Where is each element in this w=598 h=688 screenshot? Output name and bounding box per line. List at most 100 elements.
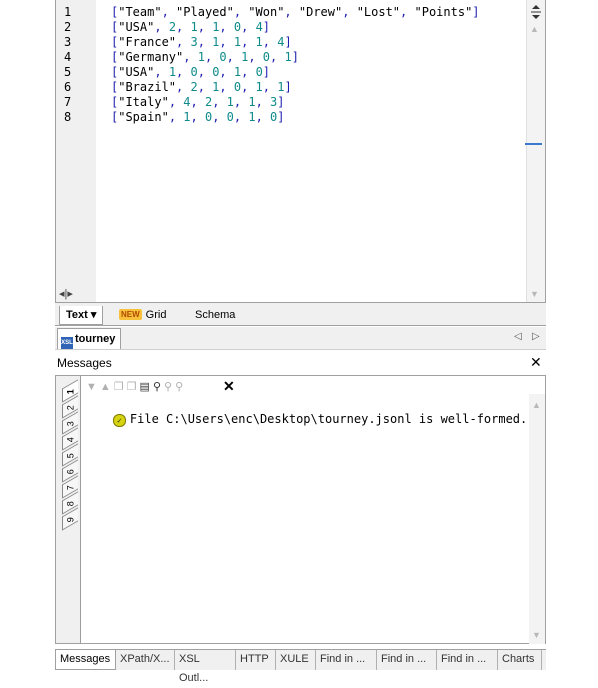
tab-grid-label: Grid [145, 309, 167, 321]
document-tab-label: tourney [75, 333, 116, 345]
comma: , [226, 50, 242, 64]
messages-toolbar: ▼▲❐❐▤⚲⚲⚲ [86, 380, 186, 396]
bottom-tab[interactable]: XULE [276, 650, 316, 670]
code-token: 1 [248, 95, 256, 109]
bottom-tab[interactable]: XPath/X... [116, 650, 175, 670]
comma: , [197, 80, 213, 94]
code-line[interactable]: ["Italy", 4, 2, 1, 1, 3] [111, 95, 284, 109]
bottom-tab[interactable]: Find in ... [437, 650, 498, 670]
message-page-tab-label: 7 [65, 485, 76, 491]
code-line[interactable]: ["USA", 2, 1, 1, 0, 4] [111, 20, 270, 34]
code-line[interactable]: ["France", 3, 1, 1, 1, 4] [111, 35, 292, 49]
code-token: "Spain" [118, 110, 169, 124]
bottom-tab[interactable]: Find in ... [377, 650, 437, 670]
bottom-tab[interactable]: XSL Outl... [175, 650, 236, 684]
line-number: 3 [64, 35, 72, 49]
new-badge: NEW [119, 309, 142, 320]
code-token: 0 [190, 65, 198, 79]
close-icon[interactable]: ✕ [530, 354, 542, 371]
code-line[interactable]: ["USA", 1, 0, 0, 1, 0] [111, 65, 270, 79]
code-token: 4 [255, 20, 263, 34]
comma: , [168, 95, 184, 109]
code-token: 1 [248, 110, 256, 124]
code-token: 1 [226, 95, 234, 109]
comma: , [197, 35, 213, 49]
code-token: 0 [262, 50, 271, 64]
bottom-tab[interactable]: Charts [498, 650, 542, 670]
horizontal-split-icon[interactable]: ◂|▸ [59, 287, 73, 300]
comma: , [255, 95, 271, 109]
comma: , [204, 50, 220, 64]
comma: , [190, 95, 205, 109]
previous-message-icon[interactable]: ▲ [100, 381, 114, 393]
message-page-tab-label: 6 [65, 469, 76, 475]
code-line[interactable]: ["Germany", 1, 0, 1, 0, 1] [111, 50, 299, 64]
comma: , [233, 95, 249, 109]
comma: , [197, 65, 213, 79]
copy-tree-icon[interactable]: ▤ [140, 381, 153, 393]
tab-schema-label: Schema [195, 309, 236, 321]
tab-grid[interactable]: NEW Grid [113, 306, 172, 325]
code-token: "France" [118, 35, 177, 49]
code-token: "Brazil" [118, 80, 177, 94]
messages-pane: 123456789 ▼▲❐❐▤⚲⚲⚲ ✕ ✓ File C:\Users\enc\… [55, 375, 546, 644]
code-token: 1 [255, 80, 263, 94]
line-number: 4 [64, 50, 72, 64]
code-token: "Italy" [118, 95, 169, 109]
comma: , [183, 50, 198, 64]
comma: , [241, 35, 256, 49]
find-next-icon[interactable]: ⚲ [164, 381, 175, 393]
scroll-down-icon[interactable]: ▼ [532, 630, 541, 640]
tab-scroll-right-icon[interactable]: ▷ [532, 331, 540, 342]
bottom-tab[interactable]: Messages [55, 650, 116, 670]
scroll-up-icon[interactable]: ▲ [530, 24, 539, 34]
find-previous-icon[interactable]: ⚲ [175, 381, 186, 393]
copy-message-icon[interactable]: ❐ [114, 381, 127, 393]
message-page-tab-label: 4 [65, 437, 76, 443]
bottom-tab[interactable]: Find in ... [316, 650, 377, 670]
message-row[interactable]: ✓ File C:\Users\enc\Desktop\tourney.jsonl… [84, 398, 527, 441]
message-page-tab-label: 2 [65, 405, 76, 411]
close-bracket: ] [284, 35, 292, 49]
comma: , [219, 65, 234, 79]
scroll-position-marker [525, 143, 542, 145]
code-line[interactable]: ["Team", "Played", "Won", "Drew", "Lost"… [111, 5, 480, 19]
split-view-icon[interactable] [530, 4, 542, 20]
find-icon[interactable]: ⚲ [153, 381, 164, 393]
code-line[interactable]: ["Spain", 1, 0, 0, 1, 0] [111, 110, 284, 124]
comma: , [219, 80, 234, 94]
comma: , [241, 80, 256, 94]
messages-vertical-scrollbar[interactable]: ▲ ▼ [529, 394, 545, 644]
message-text: File C:\Users\enc\Desktop\tourney.jsonl … [129, 412, 528, 426]
line-number: 5 [64, 65, 72, 79]
code-line[interactable]: ["Brazil", 2, 1, 0, 1, 1] [111, 80, 292, 94]
comma: , [233, 110, 249, 124]
comma: , [400, 5, 415, 19]
check-circle-icon: ✓ [112, 414, 126, 427]
bottom-tab[interactable]: HTTP [236, 650, 276, 670]
clear-messages-icon[interactable]: ✕ [223, 378, 235, 395]
document-tab-tourney[interactable]: XSL tourney [57, 328, 122, 349]
code-token: "Lost" [356, 5, 401, 19]
line-number: 1 [64, 5, 72, 19]
message-page-tab-label: 9 [65, 517, 76, 523]
output-window-tab-bar: Messages XPath/X... XSL Outl... HTTP XULE Fin… [55, 649, 546, 684]
tab-text[interactable]: Text ▾ [59, 306, 104, 325]
close-bracket: ] [277, 95, 285, 109]
close-bracket: ] [291, 50, 299, 64]
tab-schema[interactable]: Schema [189, 306, 241, 325]
chevron-down-icon[interactable]: ▾ [91, 309, 97, 321]
comma: , [248, 50, 263, 64]
scroll-down-icon[interactable]: ▼ [530, 289, 539, 299]
text-editor[interactable]: 12345678 ▲ ▼ ◂|▸ ["Team", "Played", "Won… [55, 0, 546, 303]
close-bracket: ] [262, 65, 271, 79]
editor-vertical-scrollbar[interactable]: ▲ ▼ [526, 0, 545, 302]
next-message-icon[interactable]: ▼ [86, 381, 100, 393]
scroll-up-icon[interactable]: ▲ [532, 400, 541, 410]
tab-scroll-left-icon[interactable]: ◁ [514, 331, 522, 342]
close-bracket: ] [262, 20, 271, 34]
copy-all-icon[interactable]: ❐ [127, 381, 140, 393]
code-token: "USA" [118, 20, 155, 34]
code-token: 4 [183, 95, 191, 109]
comma: , [262, 80, 278, 94]
